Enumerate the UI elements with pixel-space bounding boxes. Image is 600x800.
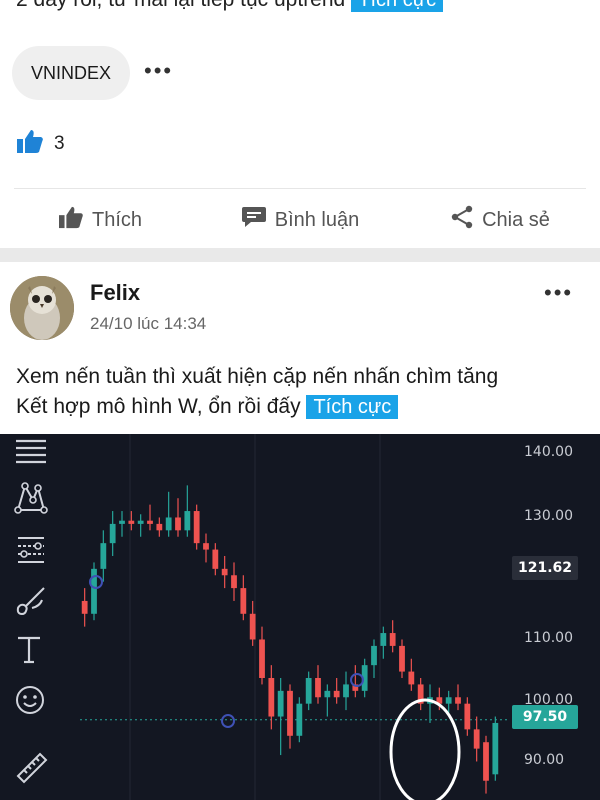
candlestick-chart [80,434,510,800]
candle-body [408,671,415,685]
like-button-label: Thích [91,208,143,231]
candle-body [399,645,405,672]
candle-body [380,633,387,646]
ruler-icon[interactable] [14,750,56,792]
price-axis-label: 140.00 [524,444,573,460]
more-options-icon[interactable]: ••• [144,58,173,84]
share-button[interactable]: Chia sẻ [400,196,600,244]
thumbs-up-icon [16,128,44,159]
candle-body [249,613,256,640]
comment-icon [241,205,267,235]
sentiment-tag[interactable]: Tích cực [306,395,399,419]
share-icon [450,205,474,235]
candle-body [287,690,293,736]
candle-body [240,588,247,614]
candle-body [128,520,135,524]
marker-price-tag: 97.50 [512,705,578,729]
candle-body [100,543,107,569]
like-button[interactable]: Thích [0,196,200,244]
previous-post-text: 2 đây rồi, từ mai lại tiếp tục uptrend Tí… [16,0,444,12]
thumbs-up-outline-icon [58,205,84,235]
candle-body [221,568,228,576]
candle-body [259,639,265,678]
candle-body [389,633,396,646]
text-tool-icon[interactable] [14,634,56,676]
annotation-dot [350,673,364,687]
post-line-2-text: Kết hợp mô hình W, ổn rồi đấy [16,395,301,418]
candle-body [445,697,452,704]
candle-body [165,517,172,531]
previous-post-text-tail: 2 đây rồi, từ mai lại tiếp tục uptrend [16,0,345,11]
candle-body [203,543,209,550]
comment-button[interactable]: Bình luận [200,196,400,244]
candle-body [277,690,284,717]
candle-body [175,517,181,531]
brush-icon[interactable] [14,584,56,626]
current-price-tag: 121.62 [512,556,578,580]
post-more-options-icon[interactable]: ••• [544,280,573,306]
avatar[interactable] [10,276,74,340]
price-axis-label: 90.00 [524,752,565,768]
author-name[interactable]: Felix [90,280,140,306]
post-actions-bar: Thích Bình luận Chia sẻ [0,196,600,244]
post-separator [0,248,600,262]
candle-body [193,511,200,544]
candle-body [333,690,340,698]
candle-body [109,523,116,544]
candle-body [137,520,144,524]
fib-icon[interactable] [14,532,56,574]
candle-body [455,697,461,704]
sentiment-tag-previous[interactable]: Tích cực [351,0,444,12]
candle-body [81,600,88,614]
divider [14,188,586,189]
comment-button-label: Bình luận [274,208,360,231]
post-line-2: Kết hợp mô hình W, ổn rồi đấy Tích cực [16,392,591,422]
candle-body [324,690,331,698]
menu-lines-icon[interactable] [14,436,56,478]
price-axis-label: 130.00 [524,508,573,524]
candle-body [305,678,312,704]
like-summary[interactable]: 3 [16,128,65,159]
drawing-toolbar [0,434,70,800]
ticker-chip[interactable]: VNINDEX [12,46,130,100]
candle-body [473,729,480,749]
candle-body [492,722,499,775]
emoji-icon[interactable] [14,684,56,726]
candle-body [119,520,125,524]
candle-body [296,703,303,736]
candle-body [371,645,377,666]
candle-body [212,549,219,569]
like-count: 3 [54,132,65,154]
post-body: Xem nến tuần thì xuất hiện cặp nến nhấn … [16,362,591,422]
pattern-icon[interactable] [14,480,56,522]
candle-body [156,523,163,531]
hand-drawn-circle [389,698,461,800]
candle-body [315,678,321,698]
share-button-label: Chia sẻ [482,208,550,231]
candle-body [464,703,471,730]
post-timestamp: 24/10 lúc 14:34 [90,314,207,333]
price-axis-label: 110.00 [524,630,573,646]
owl-avatar-icon [10,276,74,340]
chart-image[interactable]: 140.00 130.00 110.00 100.00 90.00 121.62… [0,434,600,800]
candle-body [343,684,349,698]
candle-body [483,742,489,781]
annotation-dot [221,714,235,728]
candle-body [231,575,237,589]
candle-body [184,511,191,531]
candle-body [268,678,275,717]
post-line-1: Xem nến tuần thì xuất hiện cặp nến nhấn … [16,365,499,388]
candle-body [147,520,153,524]
